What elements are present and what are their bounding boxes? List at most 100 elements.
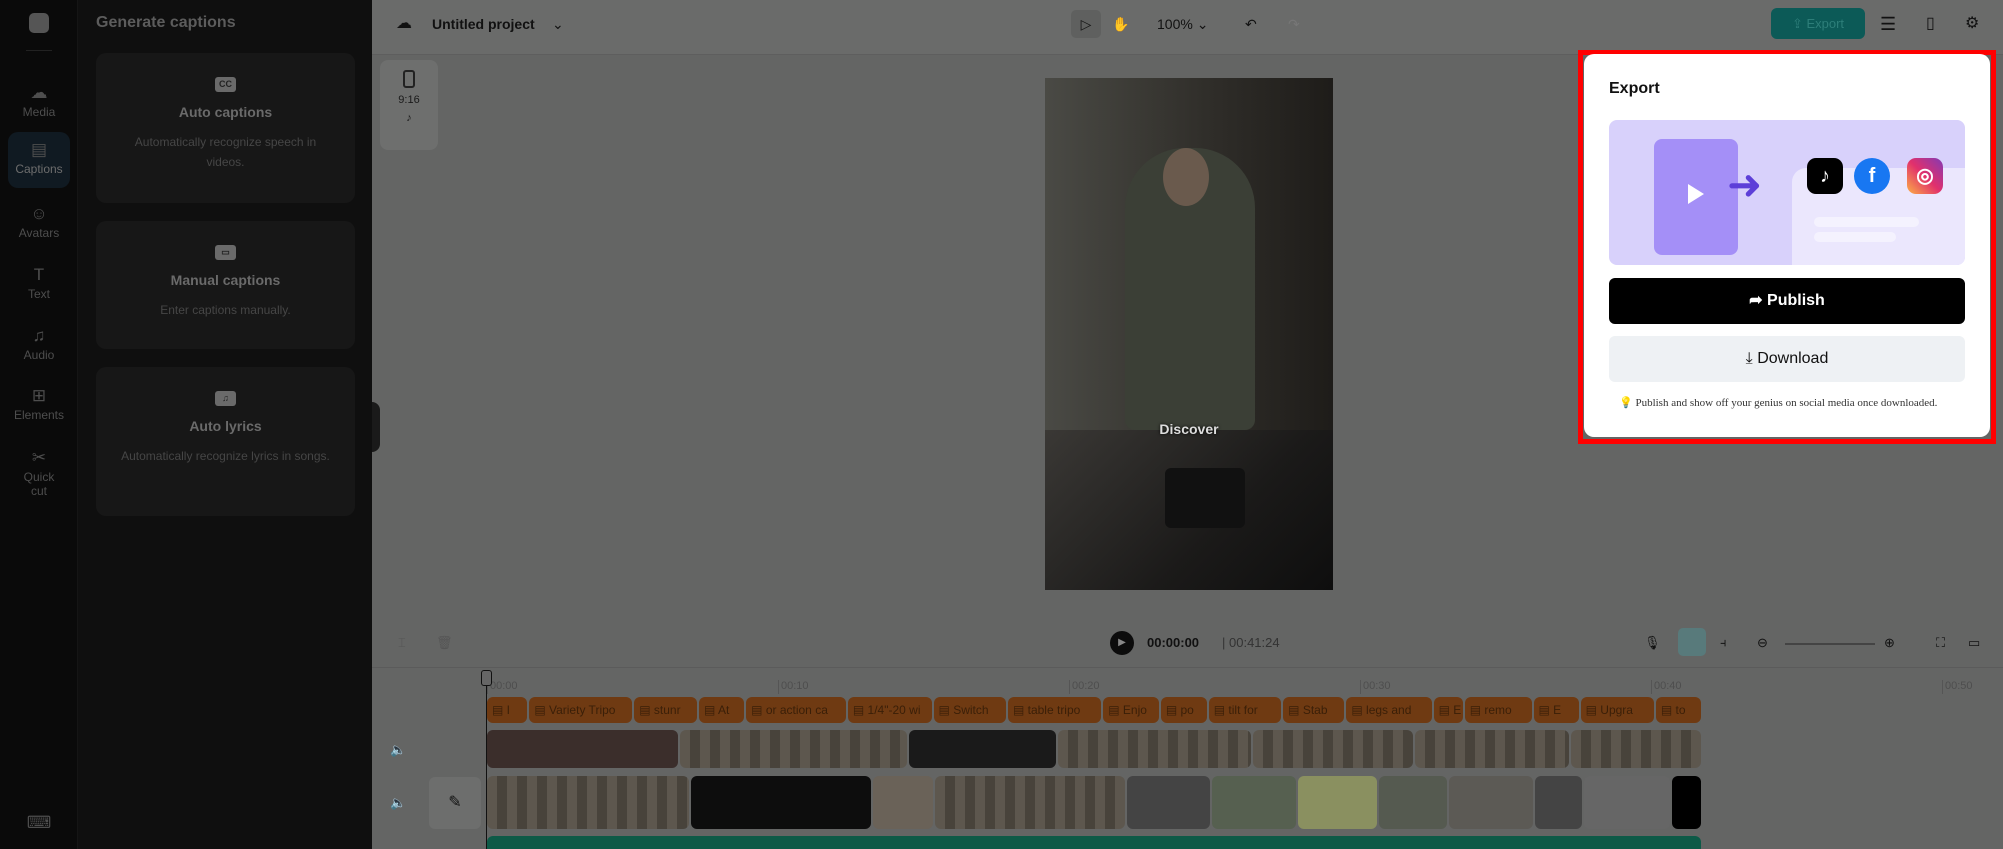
undo-button[interactable]: ↶ bbox=[1245, 0, 1257, 48]
caption-clip[interactable]: I bbox=[487, 697, 528, 723]
cloud-save-icon: ☁ bbox=[396, 15, 412, 32]
download-button[interactable]: ⤓ Download bbox=[1609, 336, 1965, 382]
caption-clip[interactable]: E bbox=[1433, 697, 1463, 723]
export-dialog: Export ➜ ♪ f ◎ ➦ Publish ⤓ Download 💡 Pu… bbox=[1584, 54, 1990, 437]
rail-item-text[interactable]: T Text bbox=[8, 257, 70, 313]
caption-clip[interactable]: Upgra bbox=[1580, 697, 1654, 723]
video-clip[interactable] bbox=[1448, 776, 1534, 829]
video-clip[interactable] bbox=[1298, 776, 1378, 829]
cc-icon: CC bbox=[215, 77, 236, 92]
timeline-ruler[interactable]: 00:00 00:10 00:20 00:30 00:40 00:50 bbox=[487, 672, 1987, 694]
settings-icon[interactable]: ⚙ bbox=[1965, 0, 1979, 48]
video-clip[interactable] bbox=[487, 730, 678, 768]
panel-title: Generate captions bbox=[96, 14, 236, 31]
video-clip[interactable] bbox=[908, 730, 1057, 768]
lightbulb-icon: 💡 bbox=[1619, 397, 1636, 409]
video-clip[interactable] bbox=[1583, 776, 1671, 829]
volume-icon[interactable]: 🔈 bbox=[390, 795, 406, 811]
video-clip[interactable] bbox=[1211, 776, 1297, 829]
caption-clip[interactable]: table tripo bbox=[1007, 697, 1102, 723]
rail-item-audio[interactable]: ♫ Audio bbox=[8, 318, 70, 374]
layers-icon[interactable]: ☰ bbox=[1880, 0, 1896, 48]
video-clip[interactable] bbox=[1379, 776, 1447, 829]
export-illustration: ➜ ♪ f ◎ bbox=[1609, 120, 1965, 265]
caption-clip[interactable]: At bbox=[699, 697, 745, 723]
fit-screen-icon[interactable]: ⛶ bbox=[1936, 635, 1945, 651]
layout-icon[interactable]: ▯ bbox=[1926, 0, 1935, 48]
video-clip[interactable] bbox=[1571, 730, 1702, 768]
preview-icon[interactable]: ▭ bbox=[1968, 635, 1980, 651]
caption-clip[interactable]: or action ca bbox=[746, 697, 846, 723]
total-time-wrap: | 00:41:24 bbox=[1222, 635, 1280, 650]
delete-icon[interactable]: 🗑 bbox=[436, 635, 453, 651]
video-clip[interactable] bbox=[1535, 776, 1582, 829]
publish-button[interactable]: ➦ Publish bbox=[1609, 278, 1965, 324]
select-tool-button[interactable]: ▷ bbox=[1071, 10, 1101, 38]
playhead-handle[interactable] bbox=[481, 670, 492, 686]
caption-clip[interactable]: Switch bbox=[933, 697, 1006, 723]
arrow-icon: ➜ bbox=[1727, 161, 1763, 208]
caption-clip[interactable]: stunr bbox=[634, 697, 698, 723]
video-clip[interactable] bbox=[1252, 730, 1413, 768]
rail-item-avatars[interactable]: ☺ Avatars bbox=[8, 196, 70, 252]
project-name[interactable]: Untitled project bbox=[432, 0, 535, 48]
caption-clip[interactable]: Stab bbox=[1283, 697, 1345, 723]
auto-lyrics-card[interactable]: ♫ Auto lyrics Automatically recognize lyri… bbox=[96, 367, 355, 516]
manual-captions-card[interactable]: ▭ Manual captions Enter captions manually. bbox=[96, 221, 355, 349]
tip-text: 💡 Publish and show off your genius on so… bbox=[1619, 396, 1937, 409]
lyrics-icon: ♫ bbox=[215, 391, 236, 406]
caption-clip[interactable]: 1/4"-20 wi bbox=[847, 697, 932, 723]
split-view-icon[interactable]: ⫞ bbox=[1720, 635, 1727, 651]
collapse-panel-handle[interactable] bbox=[372, 402, 380, 452]
edit-cover-button[interactable]: ✎ bbox=[429, 777, 481, 829]
microphone-icon[interactable]: 🎙 bbox=[1644, 635, 1661, 651]
aspect-ratio-selector[interactable]: 9:16 ♪ bbox=[380, 60, 438, 150]
caption-clip[interactable]: to bbox=[1655, 697, 1701, 723]
placeholder-line bbox=[1814, 217, 1919, 227]
zoom-select[interactable]: 100% ⌄ bbox=[1157, 0, 1208, 48]
audio-track-clip[interactable] bbox=[487, 836, 1701, 849]
rail-label: Captions bbox=[15, 162, 63, 176]
zoom-out-icon[interactable]: ⊖ bbox=[1757, 635, 1768, 651]
video-clip[interactable] bbox=[1127, 776, 1210, 829]
caption-clip[interactable]: remo bbox=[1464, 697, 1532, 723]
split-icon[interactable]: ⌶ bbox=[398, 635, 406, 651]
video-clip[interactable] bbox=[691, 776, 871, 829]
caption-clip[interactable]: po bbox=[1160, 697, 1207, 723]
export-button[interactable]: ⇪ Export bbox=[1771, 8, 1865, 39]
zoom-in-icon[interactable]: ⊕ bbox=[1884, 635, 1895, 651]
zoom-slider[interactable] bbox=[1785, 643, 1875, 645]
video-clip[interactable] bbox=[487, 776, 690, 829]
video-preview[interactable]: Discover bbox=[1045, 78, 1333, 590]
playhead[interactable] bbox=[486, 672, 487, 849]
video-clip[interactable] bbox=[1414, 730, 1570, 768]
video-clip[interactable] bbox=[872, 776, 933, 829]
caption-clip[interactable]: E bbox=[1533, 697, 1579, 723]
rail-item-quick-cut[interactable]: ✂ Quick cut bbox=[8, 440, 70, 520]
caption-clip[interactable]: Variety Tripo bbox=[529, 697, 633, 723]
chevron-down-icon[interactable]: ⌄ bbox=[552, 0, 564, 48]
caption-clip[interactable]: tilt for bbox=[1208, 697, 1282, 723]
caption-clip[interactable]: Enjo bbox=[1103, 697, 1159, 723]
captions-icon: ▤ bbox=[30, 140, 48, 159]
volume-icon[interactable]: 🔈 bbox=[390, 742, 406, 758]
auto-snap-toggle[interactable] bbox=[1678, 628, 1706, 656]
avatar-icon: ☺ bbox=[30, 204, 48, 223]
play-button[interactable]: ▶ bbox=[1110, 631, 1134, 655]
video-clip[interactable] bbox=[934, 776, 1126, 829]
rail-item-captions[interactable]: ▤ Captions bbox=[8, 132, 70, 188]
video-clip[interactable] bbox=[1058, 730, 1251, 768]
keyboard-shortcuts-button[interactable]: ⌨ bbox=[8, 805, 70, 835]
video-clip[interactable] bbox=[679, 730, 907, 768]
rail-item-elements[interactable]: ⊞ Elements bbox=[8, 378, 70, 434]
rail-label: Text bbox=[27, 287, 50, 301]
caption-clip[interactable]: legs and bbox=[1346, 697, 1432, 723]
hand-tool-button[interactable]: ✋ bbox=[1112, 0, 1129, 48]
auto-captions-card[interactable]: CC Auto captions Automatically recognize s… bbox=[96, 53, 355, 203]
card-desc: Automatically recognize lyrics in songs. bbox=[121, 449, 330, 463]
rail-item-media[interactable]: ☁ Media bbox=[8, 75, 70, 131]
redo-button[interactable]: ↷ bbox=[1288, 0, 1300, 48]
tip-label: Publish and show off your genius on soci… bbox=[1635, 397, 1938, 409]
video-track-2 bbox=[487, 776, 1701, 829]
video-clip[interactable] bbox=[1672, 776, 1701, 829]
